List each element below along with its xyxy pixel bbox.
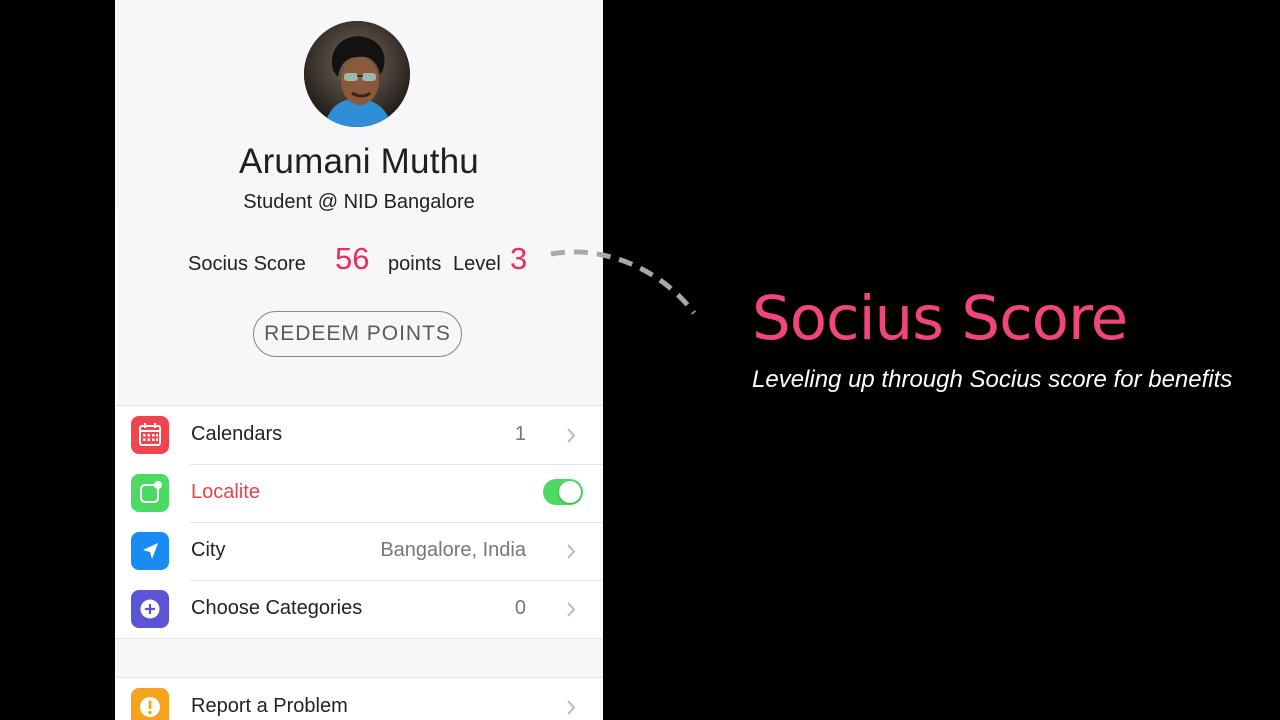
settings-row-localite[interactable]: Localite [115, 464, 603, 522]
profile-subtitle: Student @ NID Bangalore [243, 191, 475, 213]
settings-row-value: 1 [514, 423, 526, 445]
settings-row-label: Localite [191, 481, 260, 503]
plus-circle-icon [131, 590, 169, 628]
chevron-right-icon [567, 700, 576, 715]
chevron-right-icon [567, 602, 576, 617]
presentation-slide: Arumani Muthu Student @ NID Bangalore So… [0, 0, 1280, 720]
exclamation-icon [131, 688, 169, 720]
settings-row-value: Bangalore, India [380, 539, 526, 561]
location-arrow-icon [131, 532, 169, 570]
settings-row-label: Report a Problem [191, 695, 348, 717]
annotation-title: Socius Score [752, 283, 1128, 354]
settings-row-label: Choose Categories [191, 597, 363, 619]
profile-name: Arumani Muthu [239, 142, 479, 181]
settings-row-report-problem[interactable]: Report a Problem [115, 678, 603, 720]
settings-row-calendars[interactable]: Calendars 1 [115, 406, 603, 464]
settings-row-categories[interactable]: Choose Categories 0 [115, 580, 603, 638]
callout-connector [550, 249, 696, 315]
screen-edge [115, 209, 118, 409]
calendar-icon [131, 416, 169, 454]
level-value: 3 [510, 241, 528, 276]
level-label: Level [453, 253, 501, 275]
settings-row-value: 0 [514, 597, 526, 619]
settings-row-label: City [191, 539, 226, 561]
localite-icon [131, 474, 169, 512]
profile-screen: Arumani Muthu Student @ NID Bangalore So… [115, 0, 603, 720]
annotation-subtitle: Leveling up through Socius score for ben… [752, 366, 1233, 393]
chevron-right-icon [567, 428, 576, 443]
settings-row-city[interactable]: City Bangalore, India [115, 522, 603, 580]
localite-toggle[interactable] [543, 479, 583, 505]
score-points-unit: points [388, 253, 442, 275]
support-list: Report a Problem [115, 677, 603, 720]
score-summary: Socius Score 56 points Level 3 [115, 240, 603, 280]
toggle-knob [559, 481, 581, 503]
settings-list: Calendars 1 Localite City Bangalore, Ind… [115, 405, 603, 639]
score-label: Socius Score [188, 253, 306, 275]
score-points-value: 56 [335, 241, 370, 276]
settings-row-label: Calendars [191, 423, 283, 445]
chevron-right-icon [567, 544, 576, 559]
avatar[interactable] [304, 21, 410, 127]
redeem-points-button[interactable]: REDEEM POINTS [253, 311, 462, 357]
